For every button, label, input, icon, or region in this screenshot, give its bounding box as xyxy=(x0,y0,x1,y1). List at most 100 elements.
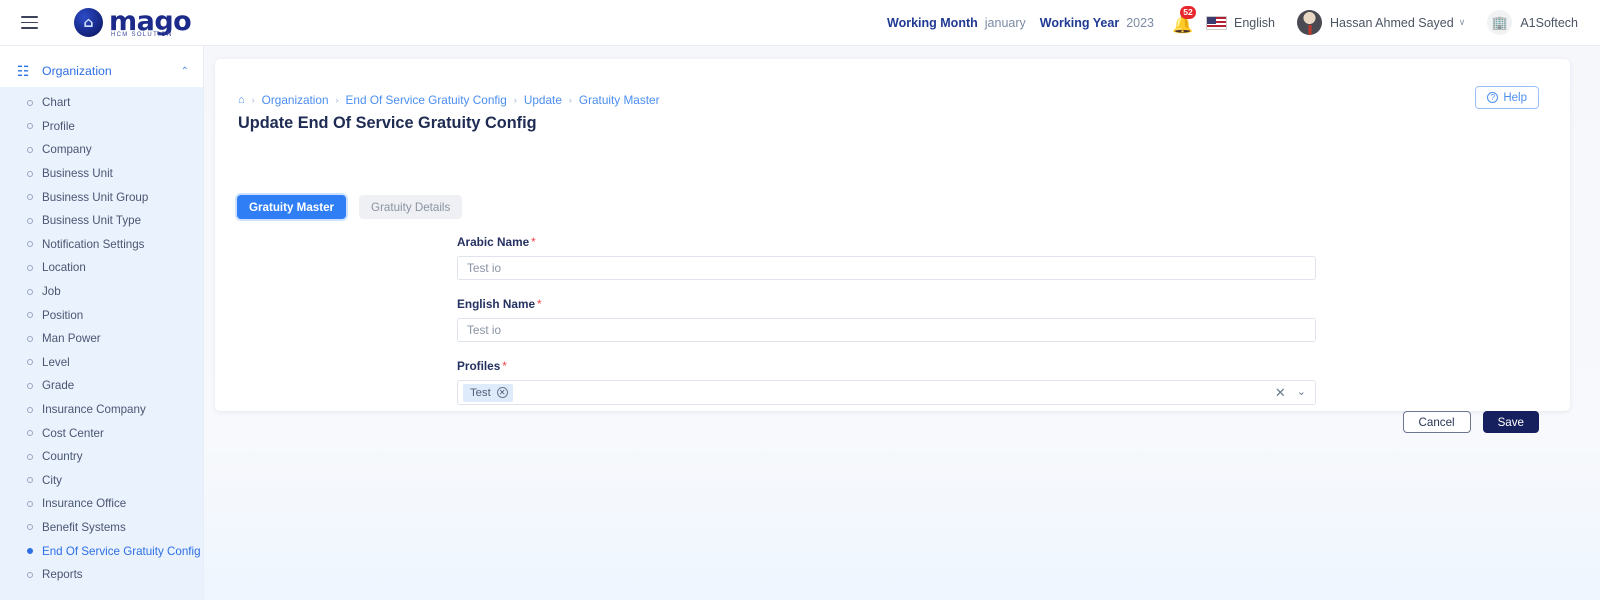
sidebar-item-label: Cost Center xyxy=(42,426,104,440)
breadcrumb-separator-icon: › xyxy=(513,95,517,105)
sidebar-item-business-unit[interactable]: Business Unit xyxy=(0,162,203,186)
breadcrumb-separator-icon: › xyxy=(335,95,339,105)
breadcrumb-separator-icon: › xyxy=(568,95,572,105)
chevron-down-icon[interactable]: ∨ xyxy=(1459,17,1466,28)
sidebar-item-label: Insurance Office xyxy=(42,497,127,511)
bullet-icon xyxy=(27,170,33,177)
profile-chip-label: Test xyxy=(470,386,491,399)
bullet-icon xyxy=(27,571,33,578)
arabic-name-input[interactable] xyxy=(457,256,1316,280)
us-flag-icon[interactable] xyxy=(1206,15,1228,30)
form-actions: Cancel Save xyxy=(1402,411,1539,433)
sidebar-item-label: Business Unit xyxy=(42,167,113,181)
avatar[interactable] xyxy=(1297,10,1323,35)
brand-mark-glyph: ⌂ xyxy=(83,14,94,31)
breadcrumb: ⌂ › Organization › End Of Service Gratuity … xyxy=(238,93,660,107)
bullet-icon xyxy=(27,241,33,248)
tab-gratuity-details[interactable]: Gratuity Details xyxy=(359,195,463,219)
save-button[interactable]: Save xyxy=(1482,411,1539,433)
breadcrumb-item[interactable]: End Of Service Gratuity Config xyxy=(346,93,507,107)
company-name: A1Softech xyxy=(1520,15,1578,30)
profiles-multiselect[interactable]: Test ✕ ✕ ⌄ xyxy=(457,380,1316,405)
breadcrumb-item[interactable]: Update xyxy=(524,93,562,107)
sidebar-item-label: Level xyxy=(42,355,70,369)
cancel-button[interactable]: Cancel xyxy=(1402,411,1471,433)
sidebar-item-label: Location xyxy=(42,261,86,275)
remove-chip-icon[interactable]: ✕ xyxy=(496,387,508,398)
bullet-icon xyxy=(27,430,33,437)
sidebar-item-cost-center[interactable]: Cost Center xyxy=(0,421,203,445)
sidebar-item-label: Country xyxy=(42,450,83,464)
required-marker: * xyxy=(502,359,507,373)
bullet-icon xyxy=(27,500,33,507)
top-bar: ⌂ mago HCM SOLUTION Working Month januar… xyxy=(0,0,1600,46)
main-content: ? Help ⌂ › Organization › End Of Service Gr… xyxy=(204,46,1600,600)
sidebar-item-location[interactable]: Location xyxy=(0,256,203,280)
required-marker: * xyxy=(531,235,536,249)
brand-logo[interactable]: ⌂ mago HCM SOLUTION xyxy=(74,5,192,38)
multiselect-actions: ✕ ⌄ xyxy=(1275,386,1309,399)
sidebar-item-chart[interactable]: Chart xyxy=(0,91,203,115)
chevron-down-icon[interactable]: ⌄ xyxy=(1297,387,1306,398)
sidebar-item-business-unit-type[interactable]: Business Unit Type xyxy=(0,209,203,233)
brand-tagline: HCM SOLUTION xyxy=(111,31,173,38)
bullet-icon xyxy=(27,406,33,413)
sidebar-section-organization[interactable]: ☷ Organization ⌃ xyxy=(0,55,203,87)
bullet-icon xyxy=(27,264,33,271)
home-icon[interactable]: ⌂ xyxy=(238,94,245,106)
sidebar-item-insurance-company[interactable]: Insurance Company xyxy=(0,398,203,422)
sidebar-item-man-power[interactable]: Man Power xyxy=(0,327,203,351)
sidebar-item-label: Company xyxy=(42,143,92,157)
sidebar-item-end-of-service-gratuity-config[interactable]: End Of Service Gratuity Config xyxy=(0,539,203,563)
top-bar-right: Working Month january Working Year 2023 … xyxy=(887,0,1600,45)
bullet-icon xyxy=(27,477,33,484)
sidebar-item-list: Chart Profile Company Business Unit Business… xyxy=(0,87,203,600)
breadcrumb-item[interactable]: Gratuity Master xyxy=(579,93,660,107)
question-mark-icon: ? xyxy=(1487,92,1499,103)
sidebar-item-country[interactable]: Country xyxy=(0,445,203,469)
sidebar-item-insurance-office[interactable]: Insurance Office xyxy=(0,492,203,516)
sidebar-item-benefit-systems[interactable]: Benefit Systems xyxy=(0,516,203,540)
user-name[interactable]: Hassan Ahmed Sayed xyxy=(1330,16,1454,30)
gratuity-master-form: Arabic Name* English Name* Profiles* Tes… xyxy=(457,235,1317,422)
org-chart-icon: ☷ xyxy=(16,62,30,79)
page-title: Update End Of Service Gratuity Config xyxy=(238,114,537,132)
bullet-icon xyxy=(27,288,33,295)
sidebar-item-level[interactable]: Level xyxy=(0,351,203,375)
arabic-name-label: Arabic Name * xyxy=(457,235,1317,249)
help-button[interactable]: ? Help xyxy=(1475,86,1539,109)
sidebar-item-position[interactable]: Position xyxy=(0,303,203,327)
sidebar-item-grade[interactable]: Grade xyxy=(0,374,203,398)
bullet-icon xyxy=(27,335,33,342)
tab-bar: Gratuity Master Gratuity Details xyxy=(237,195,463,219)
brand-name: mago xyxy=(109,5,192,37)
working-year-value: 2023 xyxy=(1126,15,1155,30)
sidebar-item-company[interactable]: Company xyxy=(0,138,203,162)
sidebar: ☷ Organization ⌃ Chart Profile Company Busi… xyxy=(0,46,204,600)
english-name-label-text: English Name xyxy=(457,297,536,311)
chevron-up-icon[interactable]: ⌃ xyxy=(181,66,189,77)
arabic-name-label-text: Arabic Name xyxy=(457,235,530,249)
breadcrumb-item[interactable]: Organization xyxy=(262,93,329,107)
language-label[interactable]: English xyxy=(1234,16,1275,30)
sidebar-item-business-unit-group[interactable]: Business Unit Group xyxy=(0,185,203,209)
sidebar-item-reports[interactable]: Reports xyxy=(0,563,203,587)
notifications-button[interactable]: 🔔 52 xyxy=(1172,5,1197,35)
clear-icon[interactable]: ✕ xyxy=(1275,386,1286,399)
bullet-icon xyxy=(27,123,33,130)
sidebar-section-label: Organization xyxy=(42,64,112,78)
sidebar-item-label: End Of Service Gratuity Config xyxy=(42,544,201,558)
bullet-icon xyxy=(27,359,33,366)
sidebar-item-city[interactable]: City xyxy=(0,469,203,493)
working-year-label: Working Year xyxy=(1039,15,1120,30)
bullet-icon xyxy=(27,524,33,531)
english-name-label: English Name * xyxy=(457,297,1317,311)
sidebar-item-profile[interactable]: Profile xyxy=(0,115,203,139)
hamburger-icon[interactable] xyxy=(12,6,46,40)
breadcrumb-separator-icon: › xyxy=(251,95,255,105)
english-name-input[interactable] xyxy=(457,318,1316,342)
field-arabic-name: Arabic Name * xyxy=(457,235,1317,280)
sidebar-item-job[interactable]: Job xyxy=(0,280,203,304)
tab-gratuity-master[interactable]: Gratuity Master xyxy=(237,195,347,219)
sidebar-item-notification-settings[interactable]: Notification Settings xyxy=(0,233,203,257)
